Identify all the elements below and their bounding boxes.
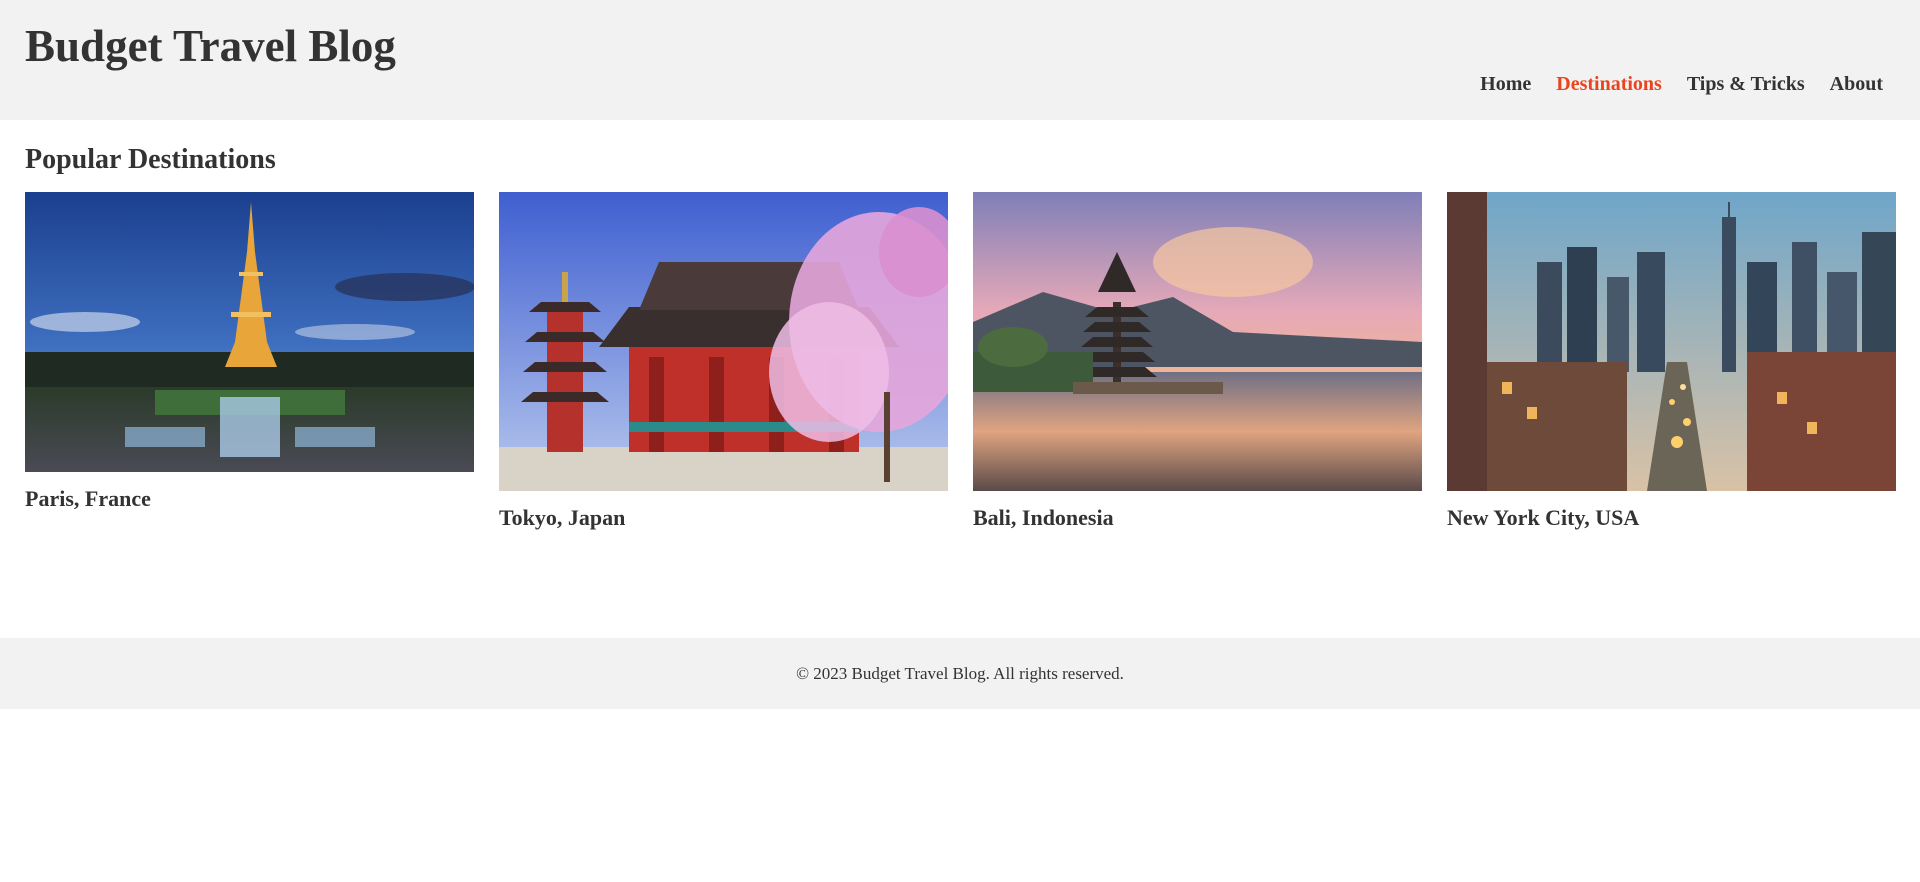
pagoda-cherry-blossom-photo[interactable] xyxy=(499,192,948,491)
eiffel-tower-photo[interactable] xyxy=(25,192,474,472)
site-header: Budget Travel Blog Home Destinations Tip… xyxy=(0,0,1920,120)
destination-title[interactable]: Paris, France xyxy=(25,486,474,512)
nav-tips-link[interactable]: Tips & Tricks xyxy=(1687,72,1805,96)
main-content: Popular Destinations Paris, France Tokyo… xyxy=(0,120,1920,638)
lake-temple-sunset-photo[interactable] xyxy=(973,192,1422,491)
destination-card-bali[interactable]: Bali, Indonesia xyxy=(973,192,1422,531)
copyright-text: © 2023 Budget Travel Blog. All rights re… xyxy=(796,664,1124,683)
city-street-dusk-photo[interactable] xyxy=(1447,192,1896,491)
destination-card-new-york[interactable]: New York City, USA xyxy=(1447,192,1896,531)
destination-title[interactable]: New York City, USA xyxy=(1447,505,1896,531)
site-title: Budget Travel Blog xyxy=(25,21,396,71)
nav-about-link[interactable]: About xyxy=(1830,72,1883,96)
site-footer: © 2023 Budget Travel Blog. All rights re… xyxy=(0,638,1920,709)
destination-card-tokyo[interactable]: Tokyo, Japan xyxy=(499,192,948,531)
destination-title[interactable]: Tokyo, Japan xyxy=(499,505,948,531)
nav-destinations-link[interactable]: Destinations xyxy=(1556,72,1662,96)
destination-title[interactable]: Bali, Indonesia xyxy=(973,505,1422,531)
section-title: Popular Destinations xyxy=(25,144,276,175)
main-nav: Home Destinations Tips & Tricks About xyxy=(1455,72,1883,96)
destination-card-paris[interactable]: Paris, France xyxy=(25,192,474,512)
nav-home-link[interactable]: Home xyxy=(1480,72,1531,96)
